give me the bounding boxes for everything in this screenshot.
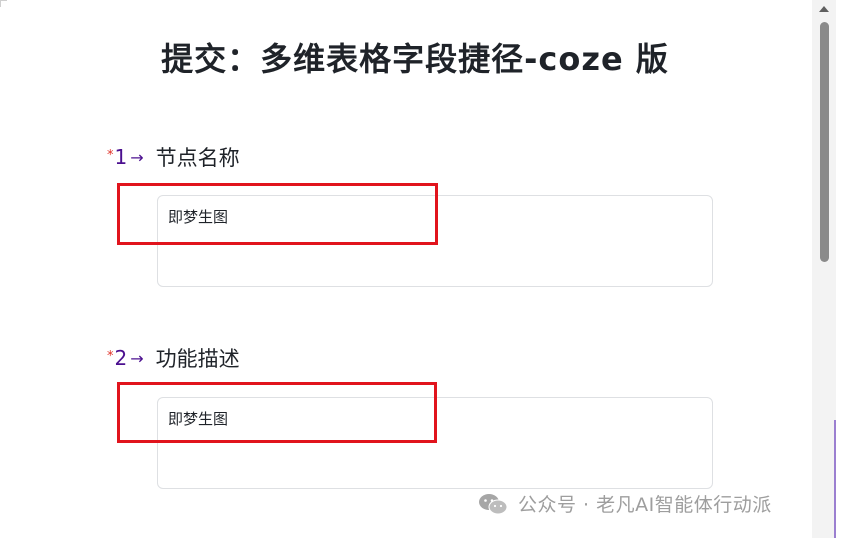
highlight-box (117, 183, 438, 245)
vertical-scrollbar[interactable] (812, 0, 836, 538)
question-text: 功能描述 (155, 347, 240, 371)
highlight-box (117, 382, 437, 443)
question-text: 节点名称 (155, 146, 240, 170)
window-edge (836, 0, 848, 538)
arrow-icon: → (130, 147, 144, 167)
question-number: 1 (114, 145, 128, 169)
watermark: 公众号 · 老凡AI智能体行动派 (478, 490, 772, 517)
question-number: 2 (114, 346, 128, 370)
form-title: 提交：多维表格字段捷径-coze 版 (161, 40, 669, 78)
accent-line (834, 420, 836, 538)
scroll-up-icon[interactable] (819, 6, 829, 12)
watermark-text: 公众号 · 老凡AI智能体行动派 (518, 494, 772, 516)
wechat-icon (479, 493, 508, 514)
scrollbar-thumb[interactable] (820, 22, 829, 262)
corner-mark (0, 0, 7, 7)
required-mark: * (107, 348, 114, 364)
question-1-label: * 1 → 节点名称 (107, 143, 240, 171)
arrow-icon: → (130, 348, 144, 368)
question-2-label: * 2 → 功能描述 (107, 344, 240, 372)
required-mark: * (107, 147, 114, 163)
form-page: 提交：多维表格字段捷径-coze 版 * 1 → 节点名称 即梦生图 * 2 →… (0, 0, 812, 538)
